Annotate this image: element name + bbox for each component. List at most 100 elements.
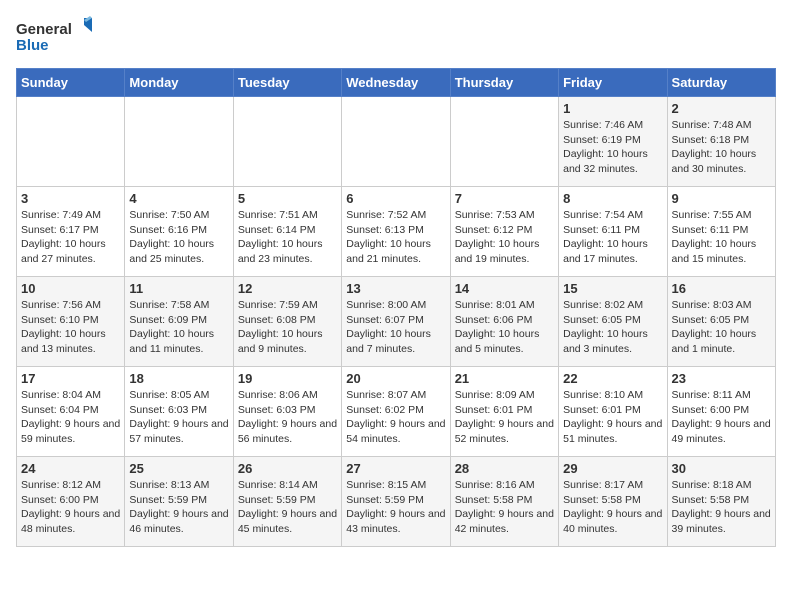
calendar-cell: 22 Sunrise: 8:10 AM Sunset: 6:01 PM Dayli… — [559, 367, 667, 457]
day-info: Sunrise: 8:06 AM Sunset: 6:03 PM Dayligh… — [238, 388, 337, 447]
week-row-4: 17 Sunrise: 8:04 AM Sunset: 6:04 PM Dayli… — [17, 367, 776, 457]
day-info: Sunrise: 7:54 AM Sunset: 6:11 PM Dayligh… — [563, 208, 662, 267]
day-number: 12 — [238, 281, 337, 296]
svg-text:Blue: Blue — [16, 37, 49, 54]
day-info: Sunrise: 8:04 AM Sunset: 6:04 PM Dayligh… — [21, 388, 120, 447]
calendar-table: SundayMondayTuesdayWednesdayThursdayFrid… — [16, 68, 776, 547]
header-saturday: Saturday — [667, 69, 775, 97]
calendar-cell: 25Sunrise: 8:13 AM Sunset: 5:59 PM Dayli… — [125, 457, 233, 547]
day-number: 22 — [563, 371, 662, 386]
calendar-cell: 6 Sunrise: 7:52 AM Sunset: 6:13 PM Daylig… — [342, 187, 450, 277]
day-number: 28 — [455, 461, 554, 476]
calendar-cell — [342, 97, 450, 187]
header-friday: Friday — [559, 69, 667, 97]
day-info: Sunrise: 7:53 AM Sunset: 6:12 PM Dayligh… — [455, 208, 554, 267]
logo-icon: General Blue — [16, 16, 96, 56]
day-info: Sunrise: 8:17 AM Sunset: 5:58 PM Dayligh… — [563, 478, 662, 537]
header-tuesday: Tuesday — [233, 69, 341, 97]
day-info: Sunrise: 7:48 AM Sunset: 6:18 PM Dayligh… — [672, 118, 771, 177]
day-info: Sunrise: 7:46 AM Sunset: 6:19 PM Dayligh… — [563, 118, 662, 177]
day-number: 23 — [672, 371, 771, 386]
day-number: 3 — [21, 191, 120, 206]
calendar-cell — [125, 97, 233, 187]
day-number: 1 — [563, 101, 662, 116]
calendar-header-row: SundayMondayTuesdayWednesdayThursdayFrid… — [17, 69, 776, 97]
calendar-cell: 7Sunrise: 7:53 AM Sunset: 6:12 PM Daylig… — [450, 187, 558, 277]
day-info: Sunrise: 8:16 AM Sunset: 5:58 PM Dayligh… — [455, 478, 554, 537]
calendar-cell: 24 Sunrise: 8:12 AM Sunset: 6:00 PM Dayli… — [17, 457, 125, 547]
day-number: 2 — [672, 101, 771, 116]
week-row-5: 24 Sunrise: 8:12 AM Sunset: 6:00 PM Dayli… — [17, 457, 776, 547]
calendar-cell — [450, 97, 558, 187]
day-number: 26 — [238, 461, 337, 476]
calendar-cell: 11 Sunrise: 7:58 AM Sunset: 6:09 PM Dayli… — [125, 277, 233, 367]
calendar-cell: 8 Sunrise: 7:54 AM Sunset: 6:11 PM Daylig… — [559, 187, 667, 277]
day-number: 13 — [346, 281, 445, 296]
day-info: Sunrise: 7:58 AM Sunset: 6:09 PM Dayligh… — [129, 298, 228, 357]
day-number: 24 — [21, 461, 120, 476]
day-info: Sunrise: 7:55 AM Sunset: 6:11 PM Dayligh… — [672, 208, 771, 267]
calendar-cell: 4 Sunrise: 7:50 AM Sunset: 6:16 PM Daylig… — [125, 187, 233, 277]
calendar-cell: 19 Sunrise: 8:06 AM Sunset: 6:03 PM Dayli… — [233, 367, 341, 457]
day-number: 9 — [672, 191, 771, 206]
day-info: Sunrise: 7:56 AM Sunset: 6:10 PM Dayligh… — [21, 298, 120, 357]
day-number: 27 — [346, 461, 445, 476]
page-header: General Blue — [16, 16, 776, 56]
day-info: Sunrise: 8:11 AM Sunset: 6:00 PM Dayligh… — [672, 388, 771, 447]
week-row-2: 3 Sunrise: 7:49 AM Sunset: 6:17 PM Daylig… — [17, 187, 776, 277]
day-info: Sunrise: 7:50 AM Sunset: 6:16 PM Dayligh… — [129, 208, 228, 267]
calendar-cell: 27Sunrise: 8:15 AM Sunset: 5:59 PM Dayli… — [342, 457, 450, 547]
day-info: Sunrise: 8:10 AM Sunset: 6:01 PM Dayligh… — [563, 388, 662, 447]
calendar-cell: 29 Sunrise: 8:17 AM Sunset: 5:58 PM Dayli… — [559, 457, 667, 547]
day-number: 15 — [563, 281, 662, 296]
day-number: 17 — [21, 371, 120, 386]
day-number: 10 — [21, 281, 120, 296]
day-number: 8 — [563, 191, 662, 206]
day-info: Sunrise: 7:51 AM Sunset: 6:14 PM Dayligh… — [238, 208, 337, 267]
header-wednesday: Wednesday — [342, 69, 450, 97]
svg-text:General: General — [16, 21, 72, 38]
calendar-cell: 5 Sunrise: 7:51 AM Sunset: 6:14 PM Daylig… — [233, 187, 341, 277]
day-number: 18 — [129, 371, 228, 386]
calendar-cell: 3 Sunrise: 7:49 AM Sunset: 6:17 PM Daylig… — [17, 187, 125, 277]
day-number: 14 — [455, 281, 554, 296]
calendar-cell: 17 Sunrise: 8:04 AM Sunset: 6:04 PM Dayli… — [17, 367, 125, 457]
calendar-cell: 20 Sunrise: 8:07 AM Sunset: 6:02 PM Dayli… — [342, 367, 450, 457]
calendar-cell — [233, 97, 341, 187]
day-number: 19 — [238, 371, 337, 386]
logo: General Blue — [16, 16, 96, 56]
calendar-cell: 23 Sunrise: 8:11 AM Sunset: 6:00 PM Dayli… — [667, 367, 775, 457]
day-number: 20 — [346, 371, 445, 386]
day-info: Sunrise: 8:14 AM Sunset: 5:59 PM Dayligh… — [238, 478, 337, 537]
day-info: Sunrise: 7:52 AM Sunset: 6:13 PM Dayligh… — [346, 208, 445, 267]
calendar-cell: 28 Sunrise: 8:16 AM Sunset: 5:58 PM Dayli… — [450, 457, 558, 547]
day-number: 5 — [238, 191, 337, 206]
calendar-cell: 30Sunrise: 8:18 AM Sunset: 5:58 PM Dayli… — [667, 457, 775, 547]
calendar-cell: 1 Sunrise: 7:46 AM Sunset: 6:19 PM Daylig… — [559, 97, 667, 187]
day-number: 30 — [672, 461, 771, 476]
header-sunday: Sunday — [17, 69, 125, 97]
calendar-cell: 14 Sunrise: 8:01 AM Sunset: 6:06 PM Dayli… — [450, 277, 558, 367]
day-info: Sunrise: 8:07 AM Sunset: 6:02 PM Dayligh… — [346, 388, 445, 447]
day-info: Sunrise: 8:05 AM Sunset: 6:03 PM Dayligh… — [129, 388, 228, 447]
day-number: 6 — [346, 191, 445, 206]
day-number: 16 — [672, 281, 771, 296]
day-number: 29 — [563, 461, 662, 476]
day-info: Sunrise: 8:02 AM Sunset: 6:05 PM Dayligh… — [563, 298, 662, 357]
day-info: Sunrise: 7:49 AM Sunset: 6:17 PM Dayligh… — [21, 208, 120, 267]
calendar-cell: 13Sunrise: 8:00 AM Sunset: 6:07 PM Dayli… — [342, 277, 450, 367]
day-number: 11 — [129, 281, 228, 296]
calendar-cell: 2 Sunrise: 7:48 AM Sunset: 6:18 PM Daylig… — [667, 97, 775, 187]
day-number: 4 — [129, 191, 228, 206]
day-info: Sunrise: 7:59 AM Sunset: 6:08 PM Dayligh… — [238, 298, 337, 357]
calendar-cell: 9 Sunrise: 7:55 AM Sunset: 6:11 PM Daylig… — [667, 187, 775, 277]
calendar-cell: 10 Sunrise: 7:56 AM Sunset: 6:10 PM Dayli… — [17, 277, 125, 367]
calendar-cell: 26 Sunrise: 8:14 AM Sunset: 5:59 PM Dayli… — [233, 457, 341, 547]
day-number: 21 — [455, 371, 554, 386]
calendar-cell — [17, 97, 125, 187]
day-info: Sunrise: 8:12 AM Sunset: 6:00 PM Dayligh… — [21, 478, 120, 537]
week-row-1: 1 Sunrise: 7:46 AM Sunset: 6:19 PM Daylig… — [17, 97, 776, 187]
calendar-cell: 16Sunrise: 8:03 AM Sunset: 6:05 PM Dayli… — [667, 277, 775, 367]
day-info: Sunrise: 8:01 AM Sunset: 6:06 PM Dayligh… — [455, 298, 554, 357]
calendar-cell: 15 Sunrise: 8:02 AM Sunset: 6:05 PM Dayli… — [559, 277, 667, 367]
